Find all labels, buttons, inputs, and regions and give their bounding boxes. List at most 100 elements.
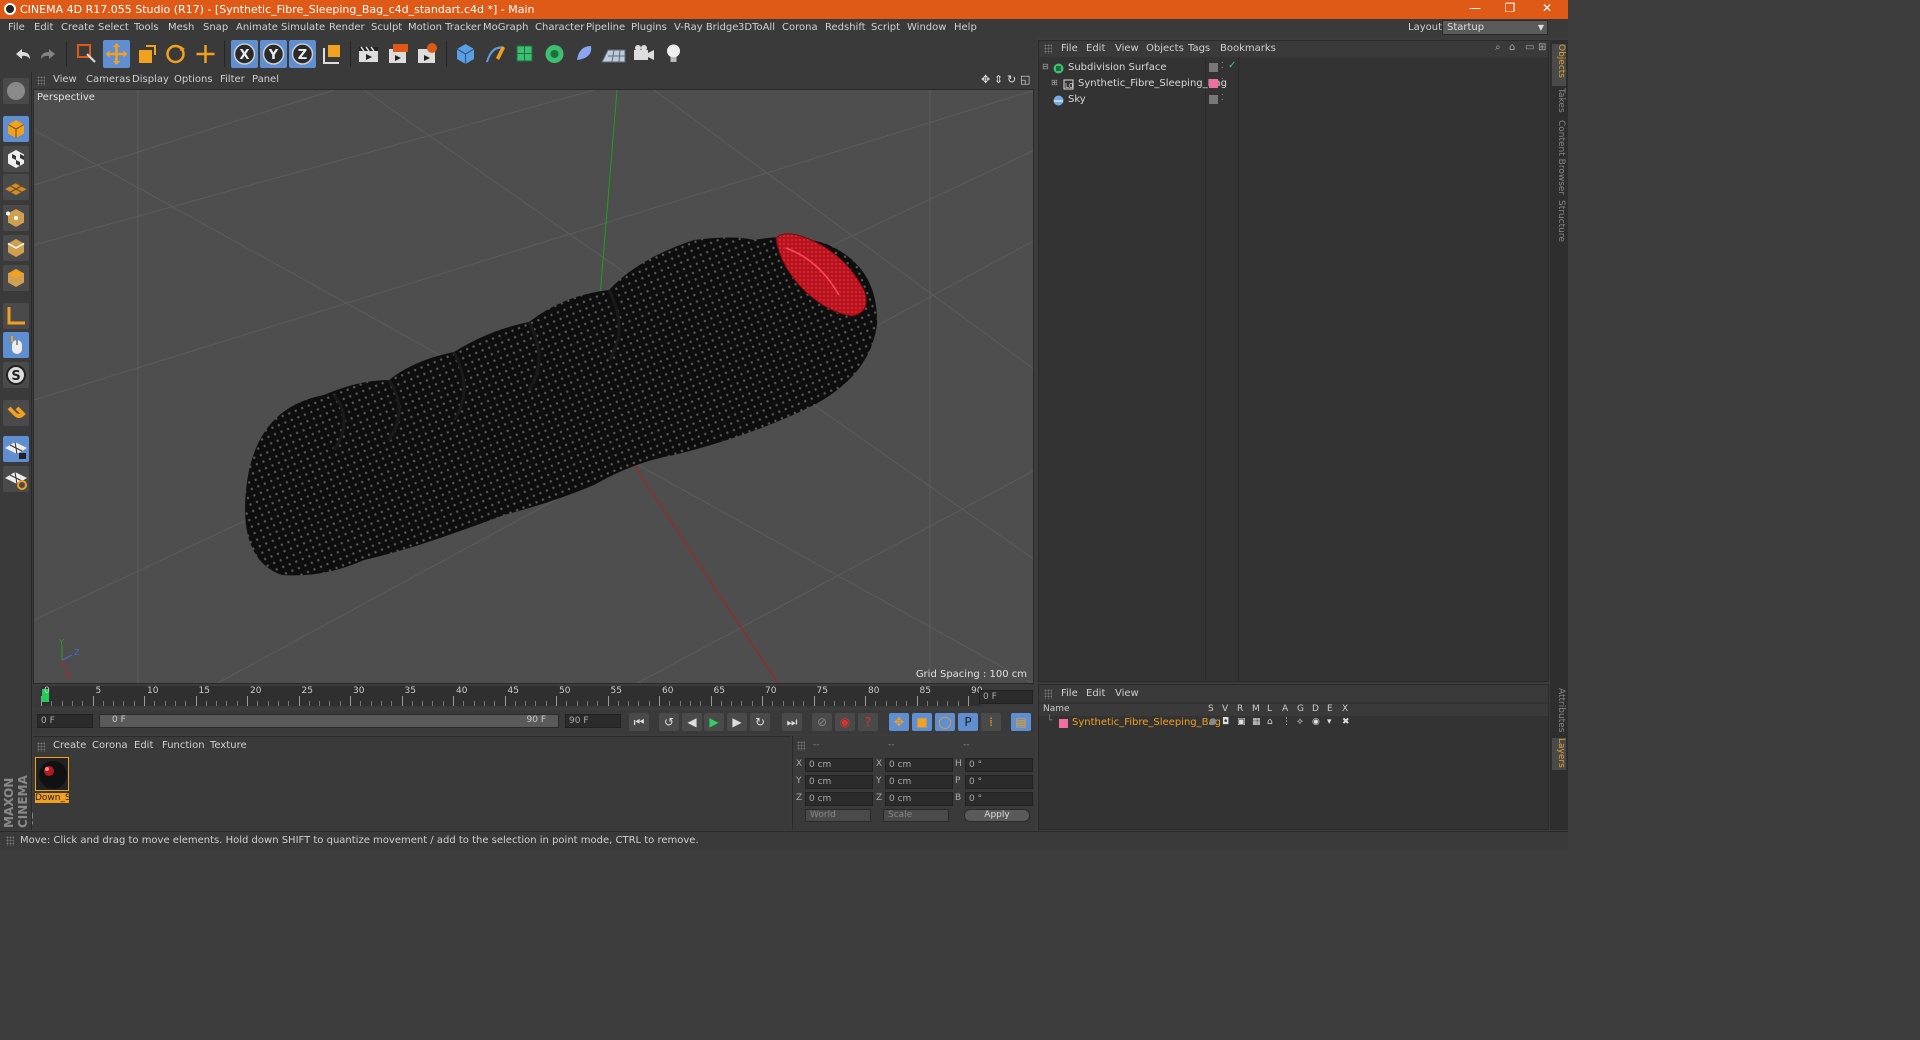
menu-window[interactable]: Window (907, 22, 946, 33)
enabled-check-icon[interactable]: ✓ (1228, 60, 1236, 71)
object-row-sky[interactable]: Sky ⁚ (1039, 93, 1548, 109)
layer-solo-icon[interactable]: ● (1209, 717, 1217, 727)
objects-menu-edit[interactable]: Edit (1086, 43, 1105, 54)
menu-create[interactable]: Create (61, 22, 94, 33)
workplane-mode-icon[interactable] (3, 174, 29, 200)
material-menu-function[interactable]: Function (162, 740, 205, 751)
material-menu-create[interactable]: Create (53, 740, 86, 751)
tab-content-browser[interactable]: Content Browser (1552, 120, 1566, 198)
record-keys-icon[interactable]: ⊘ (812, 713, 832, 731)
point-mode-icon[interactable] (3, 205, 29, 231)
camera-object-icon[interactable] (630, 40, 657, 68)
layer-color-swatch[interactable] (1059, 719, 1068, 728)
coord-pos-y-field[interactable]: 0 cm (805, 775, 873, 789)
layer-render-icon[interactable]: ▣ (1237, 717, 1246, 727)
expand-icon[interactable]: ⊞ (1051, 78, 1058, 87)
viewport-menu-filter[interactable]: Filter (220, 74, 245, 85)
layer-color-swatch[interactable] (1209, 63, 1218, 72)
menu-pipeline[interactable]: Pipeline (586, 22, 625, 33)
layer-col-a[interactable]: A (1282, 704, 1288, 714)
3d-viewport[interactable]: Y Z X Perspective Grid Spacing : 100 cm (33, 89, 1034, 684)
menu-vray-bridge[interactable]: V-Ray Bridge (674, 22, 738, 33)
scale-tool-icon[interactable] (133, 40, 160, 68)
rotate-tool-icon[interactable] (162, 40, 189, 68)
collapse-icon[interactable]: ⊟ (1042, 62, 1049, 71)
layer-expression-icon[interactable]: ▾ (1327, 717, 1332, 727)
menu-tools[interactable]: Tools (134, 22, 159, 33)
locked-workplane-icon[interactable] (3, 436, 29, 462)
objects-menu-tags[interactable]: Tags (1188, 43, 1210, 54)
viewport-menu-cameras[interactable]: Cameras (86, 74, 130, 85)
floor-environment-icon[interactable] (600, 40, 627, 68)
minimize-button[interactable]: — (1460, 1, 1490, 17)
viewport-maximize-icon[interactable]: ◱ (1020, 73, 1030, 86)
viewport-zoom-icon[interactable]: ⇕ (994, 73, 1003, 86)
material-menu-edit[interactable]: Edit (134, 740, 153, 751)
play-button[interactable]: ▶ (704, 713, 724, 731)
layer-col-l[interactable]: L (1267, 704, 1272, 714)
layer-xref-icon[interactable]: ✖ (1342, 717, 1350, 727)
key-position-icon[interactable]: ✥ (889, 713, 909, 731)
key-scale-icon[interactable]: ■ (912, 713, 932, 731)
viewport-menu-options[interactable]: Options (174, 74, 213, 85)
menu-select[interactable]: Select (98, 22, 129, 33)
viewport-menu-display[interactable]: Display (132, 74, 169, 85)
menu-script[interactable]: Script (871, 22, 900, 33)
cube-primitive-icon[interactable] (452, 40, 479, 68)
mograph-cloner-icon[interactable] (541, 40, 568, 68)
visibility-dots-icon[interactable]: ⁚ (1221, 77, 1224, 86)
coord-rot-b-field[interactable]: 0 ° (965, 792, 1033, 806)
viewport-rotate-icon[interactable]: ↻ (1007, 73, 1016, 86)
layout-select[interactable]: Startup ▼ (1442, 20, 1548, 35)
layer-manager-icon[interactable]: ▦ (1252, 717, 1261, 727)
expand-panel-icon[interactable]: ⊞ (1538, 42, 1546, 53)
coordinate-system-icon[interactable] (319, 40, 346, 68)
pen-spline-icon[interactable] (482, 40, 509, 68)
layer-color-swatch[interactable] (1209, 95, 1218, 104)
layers-menu-file[interactable]: File (1061, 688, 1078, 699)
key-rotation-icon[interactable]: ◯ (935, 713, 955, 731)
layers-menu-edit[interactable]: Edit (1086, 688, 1105, 699)
timeline-ruler[interactable]: 0 5 10 15 20 25 30 35 40 45 50 55 60 65 70 75 80 85 90 0 F (33, 686, 1035, 708)
menu-plugins[interactable]: Plugins (631, 22, 667, 33)
material-thumbnail[interactable] (35, 757, 69, 791)
viewport-menu-view[interactable]: View (53, 74, 77, 85)
render-settings-icon[interactable] (414, 40, 441, 68)
tab-takes[interactable]: Takes (1552, 88, 1566, 118)
material-menu-corona[interactable]: Corona (92, 740, 128, 751)
layer-col-r[interactable]: R (1237, 704, 1243, 714)
restore-button[interactable]: ❐ (1495, 1, 1525, 17)
magnet-icon[interactable] (3, 400, 29, 426)
end-frame-field[interactable]: 90 F (565, 714, 621, 728)
menu-character[interactable]: Character (535, 22, 584, 33)
tab-structure[interactable]: Structure (1552, 200, 1566, 244)
menu-help[interactable]: Help (954, 22, 977, 33)
key-pla-icon[interactable]: ⁞ (981, 713, 1001, 731)
next-frame-button[interactable]: ▶ (727, 713, 747, 731)
key-param-icon[interactable]: P (958, 713, 978, 731)
edge-mode-icon[interactable] (3, 235, 29, 261)
visibility-dots-icon[interactable]: ⁚ (1221, 93, 1224, 102)
layer-generator-icon[interactable]: ⟡ (1297, 717, 1303, 727)
layer-animation-icon[interactable]: ⋮ (1282, 717, 1291, 727)
model-mode-icon[interactable] (3, 116, 29, 142)
render-view-icon[interactable] (355, 40, 382, 68)
coord-pos-x-field[interactable]: 0 cm (805, 758, 873, 772)
coord-rot-h-field[interactable]: 0 ° (965, 758, 1033, 772)
goto-end-button[interactable]: ⏭ (782, 713, 802, 731)
deformer-icon[interactable] (571, 40, 598, 68)
make-editable-icon[interactable] (3, 78, 29, 104)
home-icon[interactable]: ⌂ (1509, 42, 1515, 53)
layer-lock-icon[interactable]: ⌂ (1267, 717, 1273, 727)
goto-start-button[interactable]: ⏮ (629, 713, 649, 731)
layer-col-g[interactable]: G (1297, 704, 1304, 714)
start-frame-field[interactable]: 0 F (37, 714, 93, 728)
minimize-panel-icon[interactable]: ▭ (1525, 42, 1534, 53)
object-row-sleeping-bag[interactable]: ⊞ L0 Synthetic_Fibre_Sleeping_Bag ⁚ (1039, 77, 1548, 93)
close-button[interactable]: ✕ (1532, 1, 1562, 17)
x-axis-lock-button[interactable]: X (231, 40, 258, 68)
object-row-subdivision-surface[interactable]: ⊟ Subdivision Surface ⁚ ✓ (1039, 60, 1548, 77)
timeline-window-icon[interactable]: ▤ (1011, 713, 1031, 731)
redo-button[interactable] (36, 40, 63, 68)
menu-redshift[interactable]: Redshift (825, 22, 866, 33)
